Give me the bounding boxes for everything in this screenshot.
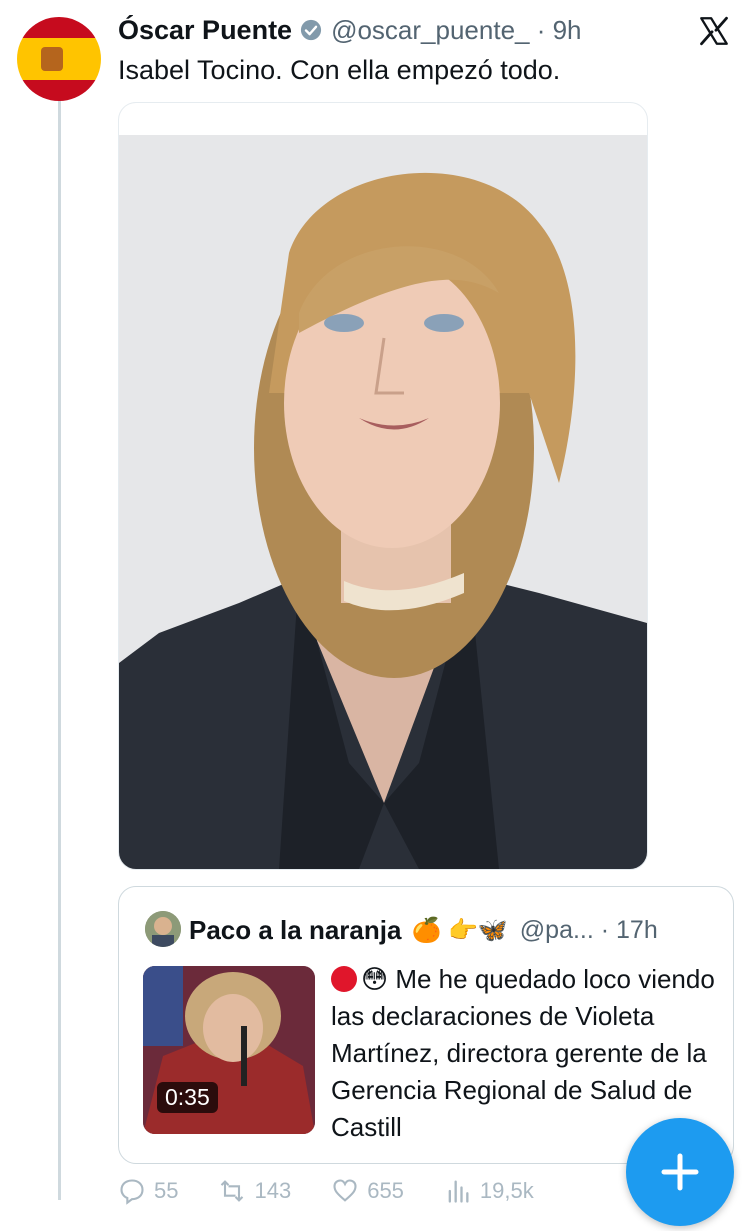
tweet-photo[interactable] — [118, 102, 648, 870]
repost-icon — [221, 1180, 244, 1202]
reply-count: 55 — [154, 1178, 179, 1203]
views-icon — [448, 1180, 469, 1203]
reply-icon — [120, 1179, 144, 1205]
views-count: 19,5k — [479, 1178, 534, 1203]
avatar-spain-flag[interactable] — [17, 17, 101, 101]
quote-author-emojis: 🍊 👉🦋 — [411, 916, 508, 944]
verified-icon — [300, 19, 322, 41]
quote-text-body: Me he quedado loco viendo las declaracio… — [331, 964, 715, 1142]
like-count: 655 — [367, 1178, 404, 1203]
quote-author-name[interactable]: Paco a la naranja — [189, 915, 401, 946]
tweet-actions: 55 143 655 19,5k — [118, 1176, 638, 1206]
compose-plus-icon — [661, 1153, 699, 1191]
red-circle-icon — [331, 966, 357, 992]
author-name[interactable]: Óscar Puente — [118, 15, 292, 46]
compose-button[interactable] — [626, 1118, 734, 1226]
like-button[interactable]: 655 — [331, 1176, 404, 1206]
quote-handle-time[interactable]: @pa... · 17h — [520, 916, 658, 945]
tweet-header: Óscar Puente @oscar_puente_ · 9h — [118, 12, 582, 48]
portrait-image — [119, 103, 647, 869]
author-handle-time[interactable]: @oscar_puente_ · 9h — [331, 15, 581, 46]
repost-count: 143 — [254, 1178, 292, 1203]
thread-line — [58, 100, 61, 1200]
quote-header: Paco a la naranja 🍊 👉🦋 @pa... · 17h — [189, 911, 658, 949]
quote-video-thumbnail[interactable]: 0:35 — [143, 966, 315, 1134]
flushed-emoji: 😳 — [361, 964, 389, 994]
quote-avatar[interactable] — [145, 911, 181, 947]
views-button[interactable]: 19,5k — [444, 1176, 534, 1206]
quote-avatar-image — [145, 911, 181, 947]
flag-stripe-bottom — [17, 80, 101, 101]
video-duration: 0:35 — [157, 1082, 218, 1113]
x-logo-icon[interactable] — [697, 14, 731, 48]
flag-coat-of-arms — [41, 47, 63, 71]
tweet-text: Isabel Tocino. Con ella empezó todo. — [118, 55, 561, 85]
reply-button[interactable]: 55 — [118, 1176, 178, 1206]
flag-stripe-top — [17, 17, 101, 38]
like-icon — [333, 1179, 357, 1202]
repost-button[interactable]: 143 — [218, 1176, 291, 1206]
